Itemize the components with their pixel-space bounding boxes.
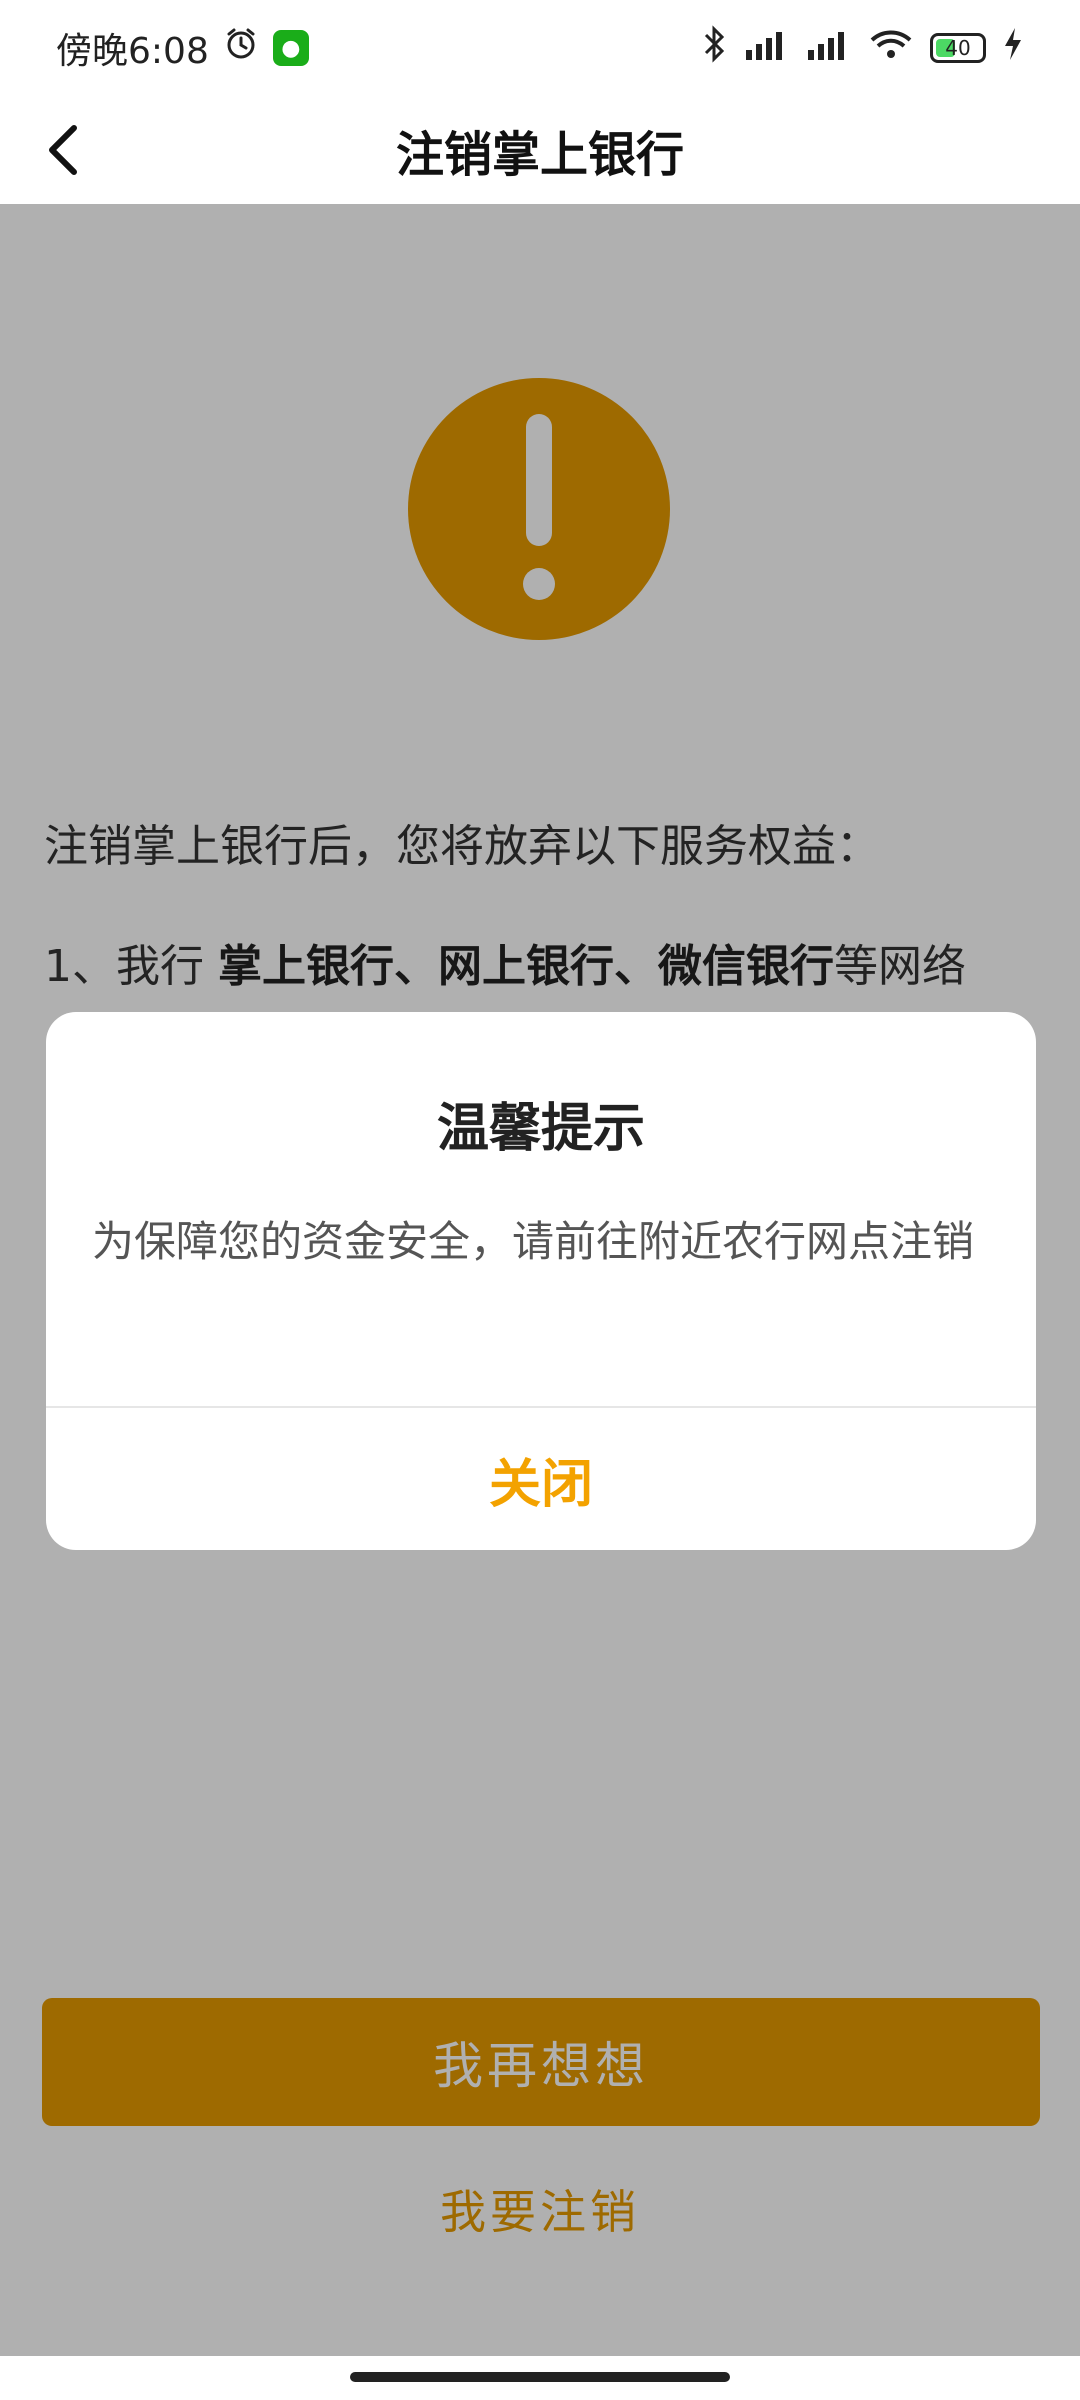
page-title: 注销掌上银行	[395, 127, 684, 183]
nav-bar: 注销掌上银行	[0, 96, 1080, 205]
back-button[interactable]	[30, 116, 98, 184]
alarm-icon	[223, 26, 259, 71]
wifi-icon	[868, 26, 914, 70]
status-right: 40	[700, 24, 1024, 72]
wechat-icon: ●	[272, 30, 309, 66]
status-time: 傍晚6:08	[56, 31, 209, 72]
bluetooth-icon	[700, 25, 728, 71]
signal-hd-icon-2	[806, 26, 852, 70]
chevron-left-icon	[49, 125, 77, 175]
home-indicator[interactable]	[350, 2372, 730, 2382]
dialog-title: 温馨提示	[436, 1099, 645, 1159]
battery-icon: 40	[930, 33, 986, 63]
status-bar: 傍晚6:08 ● 40	[0, 0, 1080, 96]
battery-level: 40	[945, 36, 971, 60]
dialog-message: 为保障您的资金安全，请前往附近农行网点注销	[92, 1217, 975, 1266]
charging-icon	[1002, 26, 1024, 70]
signal-hd-icon	[744, 26, 790, 70]
status-left: 傍晚6:08 ●	[56, 24, 309, 72]
dialog-close-button[interactable]: 关闭	[46, 1408, 1036, 1550]
tip-dialog: 温馨提示 为保障您的资金安全，请前往附近农行网点注销 关闭	[46, 1012, 1036, 1550]
